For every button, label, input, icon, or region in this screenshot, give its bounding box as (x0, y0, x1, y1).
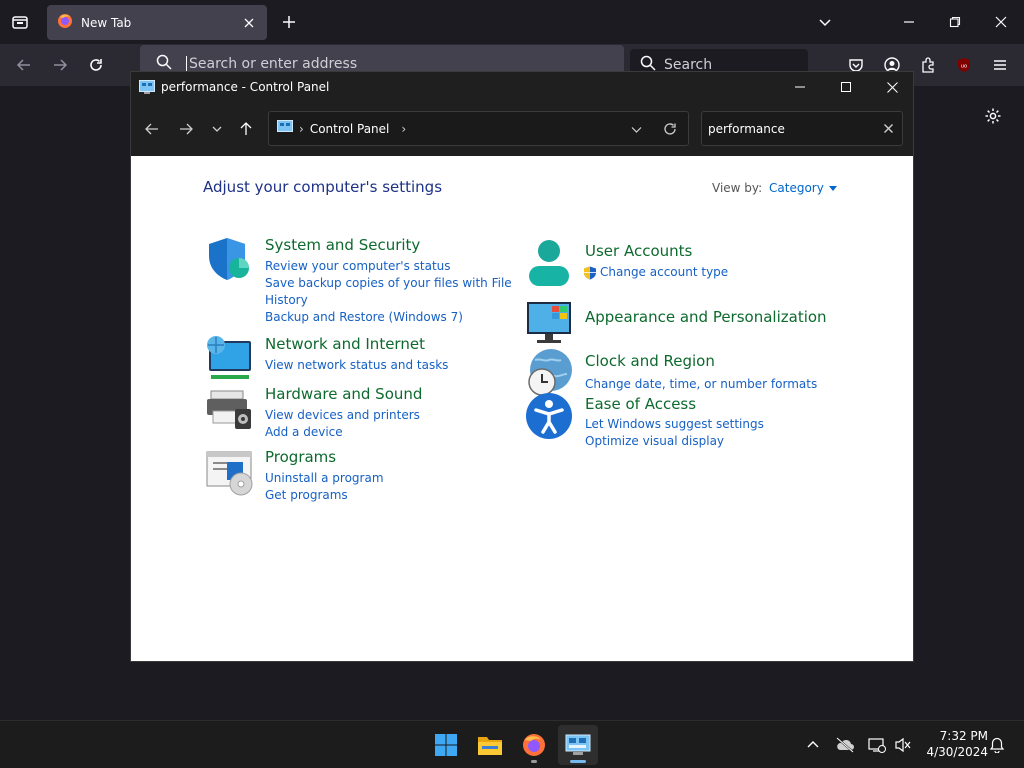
show-hidden-icons-icon[interactable] (803, 735, 823, 755)
taskbar: 7:32 PM 4/30/2024 (0, 720, 1024, 768)
address-bar[interactable]: › Control Panel › (268, 111, 689, 146)
running-indicator (531, 760, 537, 763)
link-devices-printers[interactable]: View devices and printers (265, 407, 420, 424)
forward-icon[interactable] (175, 118, 197, 140)
network-icon[interactable] (205, 335, 253, 383)
link-uninstall-program[interactable]: Uninstall a program (265, 470, 384, 487)
accessibility-icon[interactable] (525, 392, 573, 440)
control-panel-taskbar-button[interactable] (558, 725, 598, 765)
breadcrumb-chevron-icon[interactable]: › (299, 122, 304, 136)
extensions-icon[interactable] (916, 53, 940, 77)
view-by-value: Category (769, 181, 824, 195)
forward-icon[interactable] (48, 53, 72, 77)
firefox-view-icon[interactable] (8, 10, 32, 34)
network-status-icon[interactable] (867, 735, 887, 755)
browser-tabbar: New Tab (0, 0, 1024, 44)
tab-label: New Tab (81, 15, 132, 30)
category-title[interactable]: Programs (265, 448, 336, 466)
link-date-time-formats[interactable]: Change date, time, or number formats (585, 376, 817, 393)
link-review-status[interactable]: Review your computer's status (265, 258, 512, 275)
clock-globe-icon[interactable] (525, 348, 573, 396)
category-title[interactable]: Ease of Access (585, 395, 696, 413)
maximize-icon[interactable] (823, 72, 869, 102)
start-button[interactable] (426, 725, 466, 765)
menu-icon[interactable] (988, 53, 1012, 77)
url-input[interactable]: Search or enter address (186, 56, 357, 72)
view-by-label: View by: (712, 181, 763, 195)
firefox-icon (523, 734, 545, 756)
ublock-icon[interactable]: uo (952, 53, 976, 77)
link-change-account-type[interactable]: Change account type (600, 264, 728, 281)
folder-icon (478, 737, 502, 755)
new-tab-icon[interactable] (278, 11, 300, 33)
category-title[interactable]: Appearance and Personalization (585, 308, 827, 326)
link-add-device[interactable]: Add a device (265, 424, 420, 441)
category-title[interactable]: Hardware and Sound (265, 385, 422, 403)
link-backup-restore[interactable]: Backup and Restore (Windows 7) (265, 309, 512, 326)
clock-time: 7:32 PM (939, 729, 988, 743)
firefox-icon (57, 13, 73, 33)
close-tab-icon[interactable] (241, 15, 257, 31)
shield-icon[interactable] (205, 236, 253, 284)
category-title[interactable]: Network and Internet (265, 335, 425, 353)
clock-date: 4/30/2024 (926, 745, 988, 759)
minimize-icon[interactable] (777, 72, 823, 102)
programs-icon[interactable] (205, 448, 253, 496)
control-panel-content: Adjust your computer's settings View by:… (131, 156, 913, 661)
link-optimize-display[interactable]: Optimize visual display (585, 433, 764, 450)
breadcrumb-chevron-icon[interactable]: › (401, 122, 406, 136)
window-titlebar[interactable]: performance - Control Panel (131, 72, 913, 102)
clock[interactable]: 7:32 PM 4/30/2024 (918, 728, 988, 760)
address-row: › Control Panel › performance (131, 102, 913, 156)
volume-muted-icon[interactable] (893, 735, 913, 755)
file-explorer-button[interactable] (470, 725, 510, 765)
restore-icon[interactable] (941, 8, 969, 36)
link-file-history-cont[interactable]: History (265, 292, 512, 309)
back-icon[interactable] (12, 53, 36, 77)
link-get-programs[interactable]: Get programs (265, 487, 384, 504)
windows-icon (435, 734, 457, 756)
onedrive-offline-icon[interactable] (835, 735, 855, 755)
gear-icon[interactable] (981, 104, 1005, 128)
svg-text:uo: uo (961, 64, 967, 70)
category-title[interactable]: Clock and Region (585, 352, 715, 370)
list-all-tabs-icon[interactable] (814, 11, 836, 33)
refresh-icon[interactable] (662, 121, 678, 137)
uac-shield-icon (584, 266, 596, 279)
control-panel-icon (139, 80, 155, 94)
minimize-icon[interactable] (895, 8, 923, 36)
printer-icon[interactable] (205, 385, 253, 433)
recent-locations-icon[interactable] (206, 118, 228, 140)
tab-new-tab[interactable]: New Tab (47, 5, 267, 40)
close-icon[interactable] (869, 72, 915, 102)
control-panel-icon (565, 734, 591, 755)
link-file-history[interactable]: Save backup copies of your files with Fi… (265, 275, 512, 292)
up-icon[interactable] (235, 118, 257, 140)
back-icon[interactable] (141, 118, 163, 140)
page-title: Adjust your computer's settings (203, 178, 443, 196)
window-title: performance - Control Panel (161, 80, 330, 94)
firefox-taskbar-button[interactable] (514, 725, 554, 765)
dropdown-arrow-icon (828, 185, 837, 191)
clear-search-icon[interactable] (874, 115, 902, 143)
close-icon[interactable] (987, 8, 1015, 36)
monitor-icon[interactable] (525, 299, 573, 347)
breadcrumb-control-panel[interactable]: Control Panel (310, 122, 390, 136)
notification-bell-icon[interactable] (987, 735, 1007, 755)
active-indicator (570, 760, 586, 763)
category-title[interactable]: User Accounts (585, 242, 692, 260)
user-icon[interactable] (525, 238, 573, 286)
link-network-status[interactable]: View network status and tasks (265, 357, 448, 374)
link-suggest-settings[interactable]: Let Windows suggest settings (585, 416, 764, 433)
control-panel-icon (277, 119, 293, 138)
reload-icon[interactable] (84, 53, 108, 77)
address-dropdown-icon[interactable] (628, 121, 644, 137)
category-title[interactable]: System and Security (265, 236, 420, 254)
control-panel-window: performance - Control Panel › Control Pa… (130, 71, 914, 662)
view-by-dropdown[interactable]: Category (769, 181, 837, 195)
search-input[interactable]: performance (708, 122, 874, 136)
search-control-panel-box[interactable]: performance (701, 111, 903, 146)
